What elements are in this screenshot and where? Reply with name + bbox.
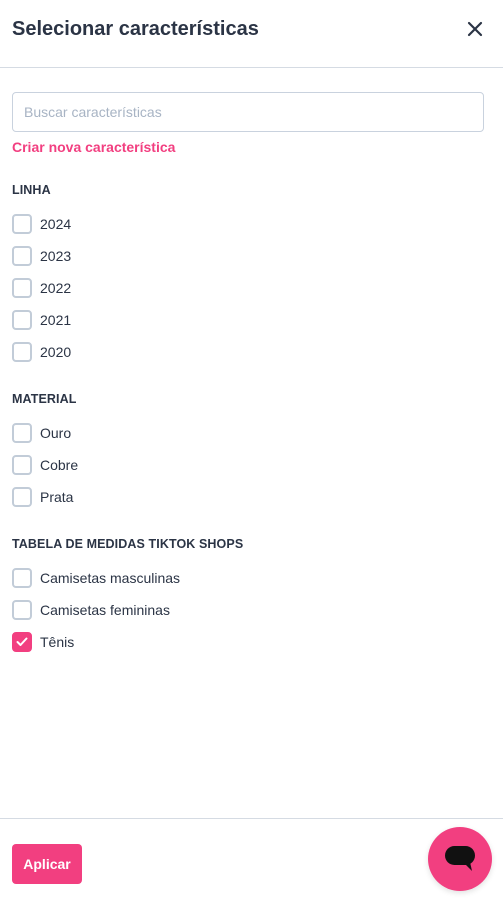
option-2023[interactable]: 2023	[12, 240, 491, 272]
option-label: Cobre	[40, 457, 79, 473]
option-label: Tênis	[40, 634, 75, 650]
option-label: Camisetas femininas	[40, 602, 170, 618]
option-label: 2022	[40, 280, 72, 296]
checkbox[interactable]	[12, 423, 32, 443]
chat-bubble-icon	[445, 846, 475, 871]
group-title-tabela-medidas: TABELA DE MEDIDAS TIKTOK SHOPS	[12, 537, 244, 551]
apply-button[interactable]: Aplicar	[12, 844, 82, 884]
panel-title: Selecionar características	[12, 18, 259, 40]
checkbox[interactable]	[12, 278, 32, 298]
option-2021[interactable]: 2021	[12, 304, 491, 336]
option-2020[interactable]: 2020	[12, 336, 491, 368]
option-label: 2020	[40, 344, 72, 360]
option-label: 2021	[40, 312, 72, 328]
option-cobre[interactable]: Cobre	[12, 449, 491, 481]
option-label: Camisetas masculinas	[40, 570, 181, 586]
option-tenis[interactable]: Tênis	[12, 626, 491, 658]
checkbox[interactable]	[12, 342, 32, 362]
option-camisetas-masculinas[interactable]: Camisetas masculinas	[12, 562, 491, 594]
option-label: Prata	[40, 489, 74, 505]
checkbox[interactable]	[12, 600, 32, 620]
search-input[interactable]	[12, 92, 484, 132]
create-characteristic-link[interactable]: Criar nova característica	[12, 139, 175, 155]
checkbox[interactable]	[12, 214, 32, 234]
checkbox-checked[interactable]	[12, 632, 32, 652]
checkbox[interactable]	[12, 455, 32, 475]
panel-content: Criar nova característica LINHA 2024 202…	[0, 68, 503, 658]
panel-header: Selecionar características	[0, 0, 503, 68]
select-characteristics-panel: Selecionar características Criar nova ca…	[0, 0, 503, 902]
check-icon	[16, 637, 28, 646]
option-2024[interactable]: 2024	[12, 208, 491, 240]
checkbox[interactable]	[12, 246, 32, 266]
checkbox[interactable]	[12, 310, 32, 330]
checkbox[interactable]	[12, 568, 32, 588]
checkbox[interactable]	[12, 487, 32, 507]
option-prata[interactable]: Prata	[12, 481, 491, 513]
option-ouro[interactable]: Ouro	[12, 417, 491, 449]
group-title-linha: LINHA	[12, 183, 51, 197]
close-icon	[467, 21, 483, 36]
option-2022[interactable]: 2022	[12, 272, 491, 304]
option-camisetas-femininas[interactable]: Camisetas femininas	[12, 594, 491, 626]
option-label: 2024	[40, 216, 72, 232]
group-title-material: MATERIAL	[12, 392, 77, 406]
close-button[interactable]	[461, 15, 489, 43]
option-label: Ouro	[40, 425, 72, 441]
chat-button[interactable]	[428, 827, 492, 891]
option-label: 2023	[40, 248, 72, 264]
